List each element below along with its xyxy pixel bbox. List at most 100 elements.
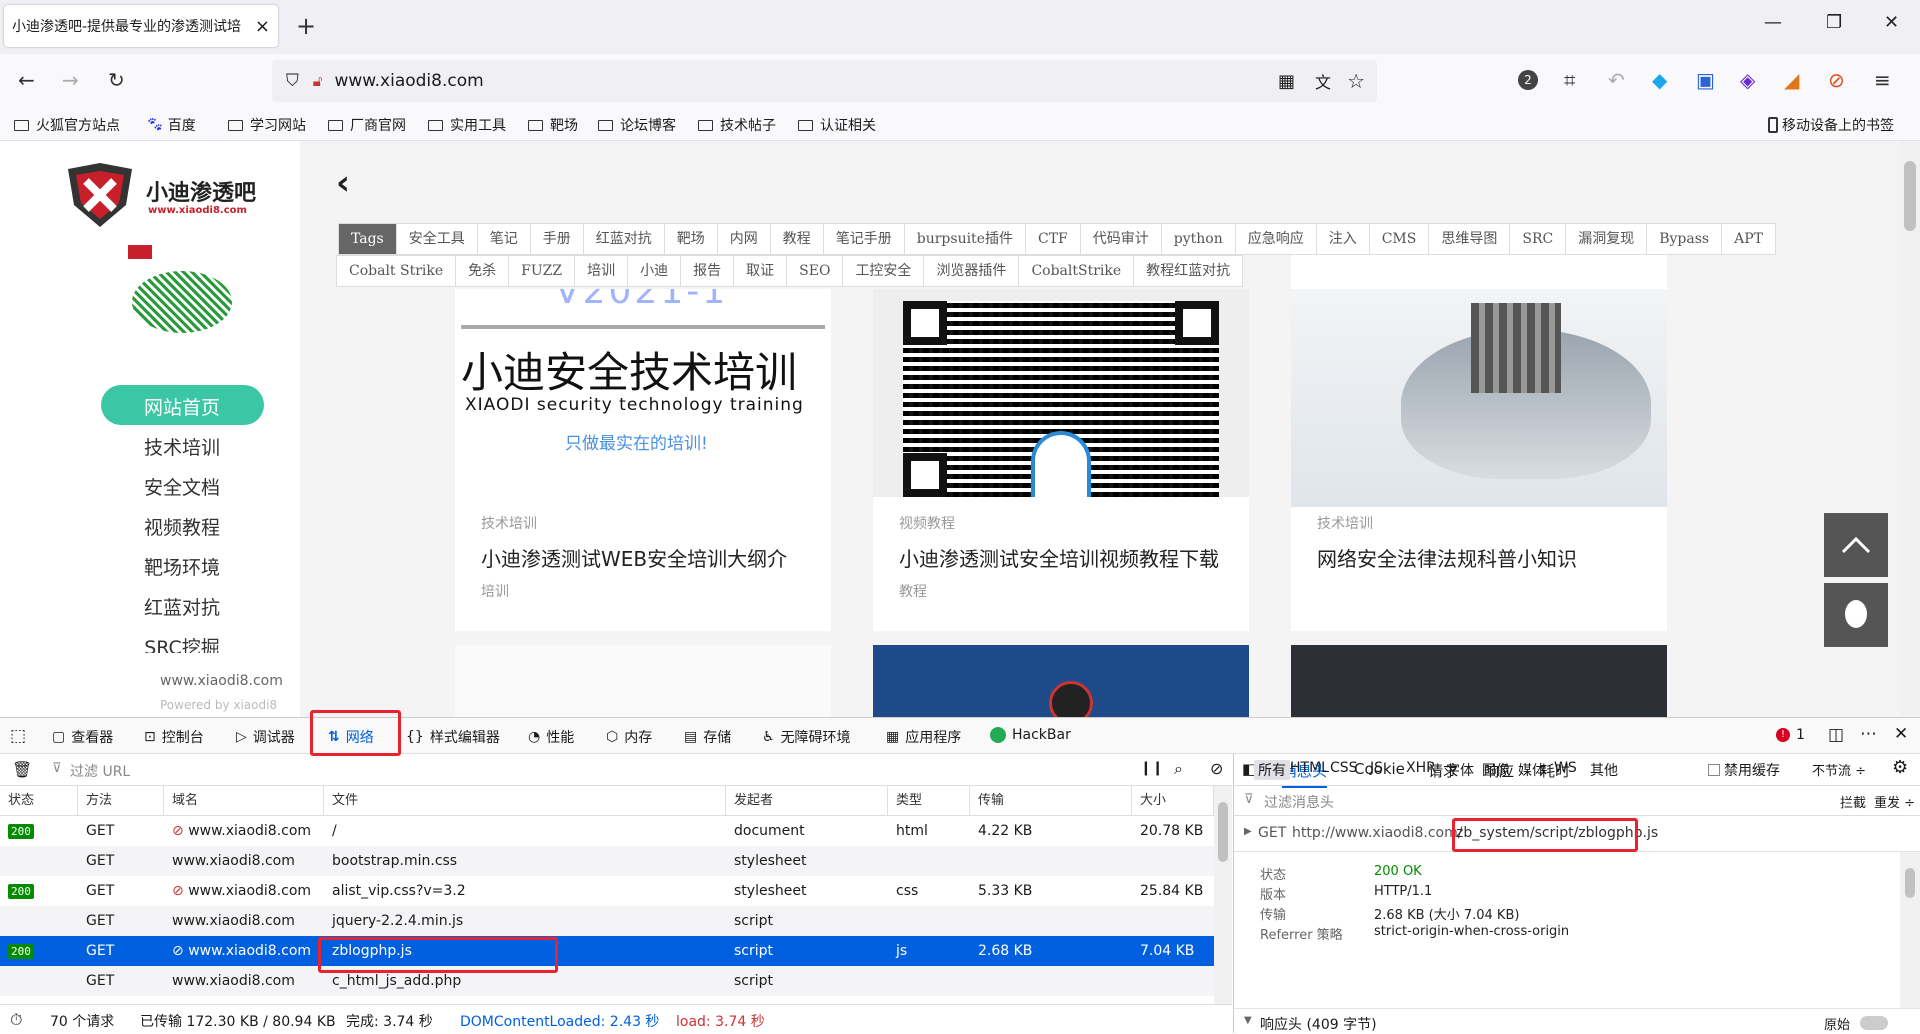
- maximize-icon[interactable]: ❐: [1826, 12, 1842, 33]
- resend-button[interactable]: 重发 ÷: [1874, 792, 1915, 811]
- bookmark-tools[interactable]: 实用工具: [428, 115, 506, 135]
- qq-button[interactable]: [1824, 583, 1888, 647]
- tag-link[interactable]: FUZZ: [508, 255, 576, 287]
- card-tag[interactable]: 培训: [481, 581, 509, 601]
- tag-link[interactable]: 报告: [680, 255, 735, 287]
- back-to-top-button[interactable]: [1824, 513, 1888, 577]
- url-text[interactable]: www.xiaodi8.com: [334, 71, 483, 91]
- expand-arrow-icon[interactable]: ▶: [1244, 826, 1252, 837]
- col-file[interactable]: 文件: [324, 786, 726, 816]
- table-row[interactable]: 200 GET ⊘ www.xiaodi8.com alist_vip.css?v=3…: [0, 876, 1214, 906]
- dock-icon[interactable]: ◫: [1828, 725, 1844, 745]
- menu-icon[interactable]: ≡: [1874, 68, 1891, 92]
- shield-icon[interactable]: ⛉: [286, 71, 299, 91]
- bookmark-range[interactable]: 靶场: [528, 115, 578, 135]
- tag-link[interactable]: 工控安全: [842, 255, 925, 287]
- tag-link[interactable]: SEO: [786, 255, 844, 287]
- article-card-6[interactable]: [1291, 645, 1667, 717]
- tag-link[interactable]: CobaltStrike: [1018, 255, 1135, 287]
- tag-link[interactable]: SRC: [1509, 223, 1567, 255]
- tag-link[interactable]: CMS: [1368, 223, 1430, 255]
- filter-headers-input[interactable]: 过滤消息头: [1264, 792, 1334, 812]
- close-devtools-icon[interactable]: ✕: [1894, 724, 1908, 744]
- tag-link[interactable]: APT: [1721, 223, 1776, 255]
- pause-icon[interactable]: ❙❙: [1140, 760, 1163, 776]
- tag-link[interactable]: Bypass: [1646, 223, 1723, 255]
- qr-code-icon[interactable]: ▦: [1278, 71, 1295, 92]
- undo-icon[interactable]: ↶: [1608, 68, 1625, 92]
- article-card-3[interactable]: 技术培训 网络安全法律法规科普小知识: [1291, 255, 1667, 631]
- site-logo[interactable]: 小迪渗透吧 www.xiaodi8.com: [62, 161, 272, 231]
- article-card-5[interactable]: [873, 645, 1249, 717]
- block-button[interactable]: 拦截: [1840, 792, 1866, 811]
- back-icon[interactable]: ←: [18, 68, 35, 92]
- bookmark-mobile[interactable]: 移动设备上的书签: [1768, 115, 1894, 135]
- type-filter-8[interactable]: WS: [1554, 760, 1577, 776]
- card-title[interactable]: 小迪渗透测试安全培训视频教程下载: [899, 543, 1219, 572]
- tag-link[interactable]: 代码审计: [1079, 223, 1162, 255]
- close-window-icon[interactable]: ✕: [1884, 12, 1899, 33]
- tag-link[interactable]: 笔记手册: [822, 223, 905, 255]
- hackbar-ext-icon[interactable]: ◈: [1740, 68, 1755, 92]
- tag-link[interactable]: 安全工具: [395, 223, 478, 255]
- trash-icon[interactable]: 🗑︎: [12, 760, 32, 779]
- bookmark-star-icon[interactable]: ☆: [1347, 69, 1365, 93]
- tab-inspector[interactable]: ▢ 查看器: [52, 727, 113, 747]
- tab-performance[interactable]: ◔ 性能: [528, 727, 574, 747]
- article-card-4[interactable]: [455, 645, 831, 717]
- tag-link[interactable]: 浏览器插件: [923, 255, 1020, 287]
- bookmark-study[interactable]: 学习网站: [228, 115, 306, 135]
- raw-toggle[interactable]: [1860, 1016, 1888, 1030]
- table-scrollbar[interactable]: [1214, 786, 1232, 1004]
- type-filter-1[interactable]: HTML: [1290, 760, 1329, 776]
- article-card-1[interactable]: V2021-1 小迪安全技术培训 XIAODI security technol…: [455, 289, 831, 631]
- col-status[interactable]: 状态: [0, 786, 78, 816]
- col-size[interactable]: 大小: [1132, 786, 1214, 816]
- table-row[interactable]: 200 GET ⊘ www.xiaodi8.com zblogphp.js script…: [0, 936, 1214, 966]
- bookmark-certs[interactable]: 认证相关: [798, 115, 876, 135]
- tag-link[interactable]: 手册: [529, 223, 584, 255]
- tag-link[interactable]: 应急响应: [1234, 223, 1317, 255]
- type-filter-6[interactable]: 图像: [1482, 760, 1510, 780]
- col-transfer[interactable]: 传输: [970, 786, 1132, 816]
- block-icon[interactable]: ⊘: [1210, 759, 1223, 778]
- forward-icon[interactable]: →: [62, 68, 79, 92]
- card-tag[interactable]: 教程: [899, 581, 927, 601]
- tag-link[interactable]: 培训: [574, 255, 629, 287]
- filter-url-input[interactable]: 过滤 URL: [70, 761, 130, 781]
- disable-cache-checkbox[interactable]: 禁用缓存: [1708, 760, 1780, 780]
- page-scrollbar[interactable]: [1900, 141, 1920, 717]
- tab-hackbar[interactable]: HackBar: [990, 727, 1071, 743]
- type-filter-0[interactable]: 所有: [1254, 760, 1290, 780]
- col-type[interactable]: 类型: [888, 786, 970, 816]
- tag-link[interactable]: 免杀: [455, 255, 510, 287]
- response-headers-section[interactable]: ▼ 响应头 (409 字节) 原始: [1234, 1008, 1920, 1033]
- translate-icon[interactable]: 文: [1315, 69, 1331, 93]
- type-filter-4[interactable]: XHR: [1406, 760, 1436, 776]
- tag-link[interactable]: 内网: [716, 223, 771, 255]
- card-title[interactable]: 网络安全法律法规科普小知识: [1317, 543, 1577, 572]
- tab-memory[interactable]: ⬡ 内存: [606, 727, 652, 747]
- tag-link[interactable]: CTF: [1024, 223, 1081, 255]
- col-method[interactable]: 方法: [78, 786, 164, 816]
- reload-icon[interactable]: ↻: [108, 68, 125, 92]
- tag-link[interactable]: 取证: [733, 255, 788, 287]
- type-filter-7[interactable]: 媒体: [1518, 760, 1546, 780]
- tab-style-editor[interactable]: {} 样式编辑器: [406, 727, 500, 747]
- throttle-select[interactable]: 不节流 ÷: [1812, 760, 1866, 779]
- tag-link[interactable]: 笔记: [476, 223, 531, 255]
- table-row[interactable]: 200 GET ⊘ www.xiaodi8.com / document html 4.22…: [0, 816, 1214, 846]
- more-icon[interactable]: ⋯: [1860, 724, 1877, 744]
- tab-console[interactable]: ⊡ 控制台: [144, 727, 204, 747]
- type-filter-5[interactable]: 字体: [1446, 760, 1474, 780]
- url-bar[interactable]: ⛉ 🔓︎ www.xiaodi8.com ▦ 文 ☆: [272, 60, 1377, 102]
- lock-icon[interactable]: 🔓︎: [313, 72, 323, 90]
- bookmark-posts[interactable]: 技术帖子: [698, 115, 776, 135]
- error-counter[interactable]: ! 1: [1776, 727, 1805, 743]
- tag-link[interactable]: 靶场: [663, 223, 718, 255]
- close-tab-icon[interactable]: ×: [255, 16, 270, 37]
- tag-link[interactable]: 红蓝对抗: [582, 223, 665, 255]
- article-card-2[interactable]: 视频教程 小迪渗透测试安全培训视频教程下载 教程: [873, 289, 1249, 631]
- type-filter-2[interactable]: CSS: [1330, 760, 1358, 776]
- element-picker-icon[interactable]: ⬚: [10, 726, 26, 746]
